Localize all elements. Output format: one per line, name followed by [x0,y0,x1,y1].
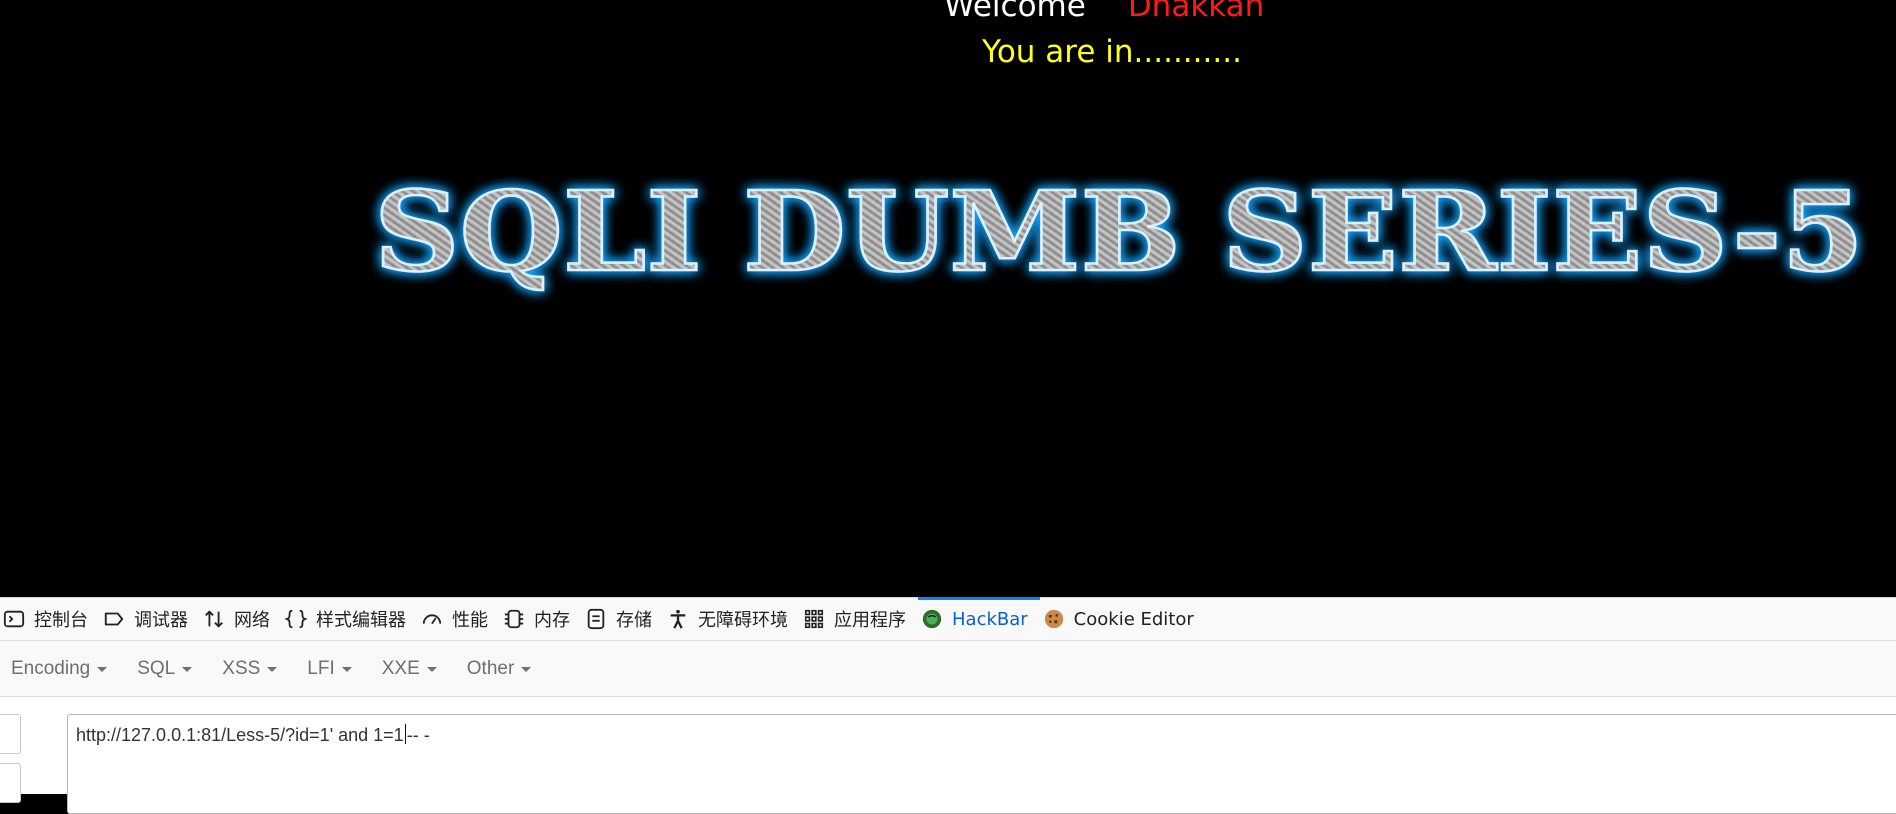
devtools-tab-label: 应用程序 [834,610,906,631]
devtools-tab-label: 控制台 [34,610,88,631]
devtools-tab-network[interactable]: 网络 [200,598,282,640]
caret-down-icon [521,667,532,672]
caret-down-icon [182,667,193,672]
menu-label: Other [466,657,515,679]
user-name: Dhakkan [1127,0,1265,24]
menu-xss-dropdown[interactable]: XSS [222,657,278,680]
devtools-tab-console[interactable]: 控制台 [0,598,100,640]
menu-label: XSS [222,657,261,679]
url-text-after-cursor: -- - [406,725,430,745]
application-icon [802,607,826,631]
devtools-tab-memory[interactable]: 内存 [500,598,582,640]
devtools-tab-label: 网络 [234,610,270,631]
caret-down-icon [267,667,278,672]
menu-other-dropdown[interactable]: Other [467,658,532,680]
memory-icon [502,607,526,631]
network-icon [202,607,226,631]
hackbar-menu: Encoding SQL XSS LFI XXE Other [0,641,1896,697]
console-icon [2,607,26,631]
devtools-tab-hackbar[interactable]: HackBar [918,597,1040,640]
welcome-label: Welcome [944,0,1086,24]
devtools-tab-cookie[interactable]: Cookie Editor [1040,598,1206,640]
devtools-tab-performance[interactable]: 性能 [418,598,500,640]
page-viewport: Welcome Dhakkan You are in........... SQ… [0,0,1896,597]
style-editor-icon [284,607,308,631]
performance-icon [420,607,444,631]
devtools-tab-accessibility[interactable]: 无障碍环境 [664,598,800,640]
caret-down-icon [97,667,108,672]
caret-down-icon [341,667,352,672]
hackbar-icon [920,607,944,631]
menu-label: Encoding [11,657,91,679]
text-cursor [404,724,406,744]
devtools-tab-application[interactable]: 应用程序 [800,598,918,640]
devtools-tab-style-editor[interactable]: 样式编辑器 [282,598,418,640]
banner-text: SQLI DUMB SERIES-5 [374,167,1864,296]
debugger-icon [102,607,126,631]
series-banner: SQLI DUMB SERIES-5 [360,150,1880,310]
menu-label: XXE [381,657,420,679]
devtools-tab-debugger[interactable]: 调试器 [100,598,200,640]
caret-down-icon [426,667,437,672]
devtools-tab-label: 调试器 [134,610,188,631]
load-url-button[interactable] [0,714,21,754]
cookie-icon [1042,607,1066,631]
storage-icon [584,607,608,631]
menu-lfi-dropdown[interactable]: LFI [307,657,352,680]
devtools-tab-storage[interactable]: 存储 [582,598,664,640]
login-status-text: You are in........... [982,34,1242,70]
welcome-line: Welcome Dhakkan [944,0,1264,26]
menu-encoding-dropdown[interactable]: Encoding [11,657,108,680]
devtools-tab-label: 内存 [534,610,570,631]
menu-sql-dropdown[interactable]: SQL [137,657,193,680]
menu-label: SQL [137,657,176,679]
url-text-before-cursor: http://127.0.0.1:81/Less-5/?id=1' and 1=… [76,725,404,745]
split-url-button[interactable] [0,763,21,803]
devtools-tab-label: 无障碍环境 [698,610,788,631]
url-input[interactable]: http://127.0.0.1:81/Less-5/?id=1' and 1=… [67,714,1896,814]
devtools-tab-label: 存储 [616,610,652,631]
hackbar-body: http://127.0.0.1:81/Less-5/?id=1' and 1=… [0,697,1896,814]
devtools-tab-label: HackBar [952,608,1028,630]
devtools-tab-label: 样式编辑器 [316,610,406,631]
devtools-tab-label: Cookie Editor [1073,608,1194,630]
menu-xxe-dropdown[interactable]: XXE [382,658,437,680]
menu-label: LFI [307,657,335,679]
accessibility-icon [666,607,690,631]
devtools-tab-label: 性能 [452,610,488,631]
devtools-tab-bar: 控制台 调试器 网络 样式编辑器 性能 内存 存储 无障碍环境 应用程序 HackBar Cooki… [0,597,1896,641]
